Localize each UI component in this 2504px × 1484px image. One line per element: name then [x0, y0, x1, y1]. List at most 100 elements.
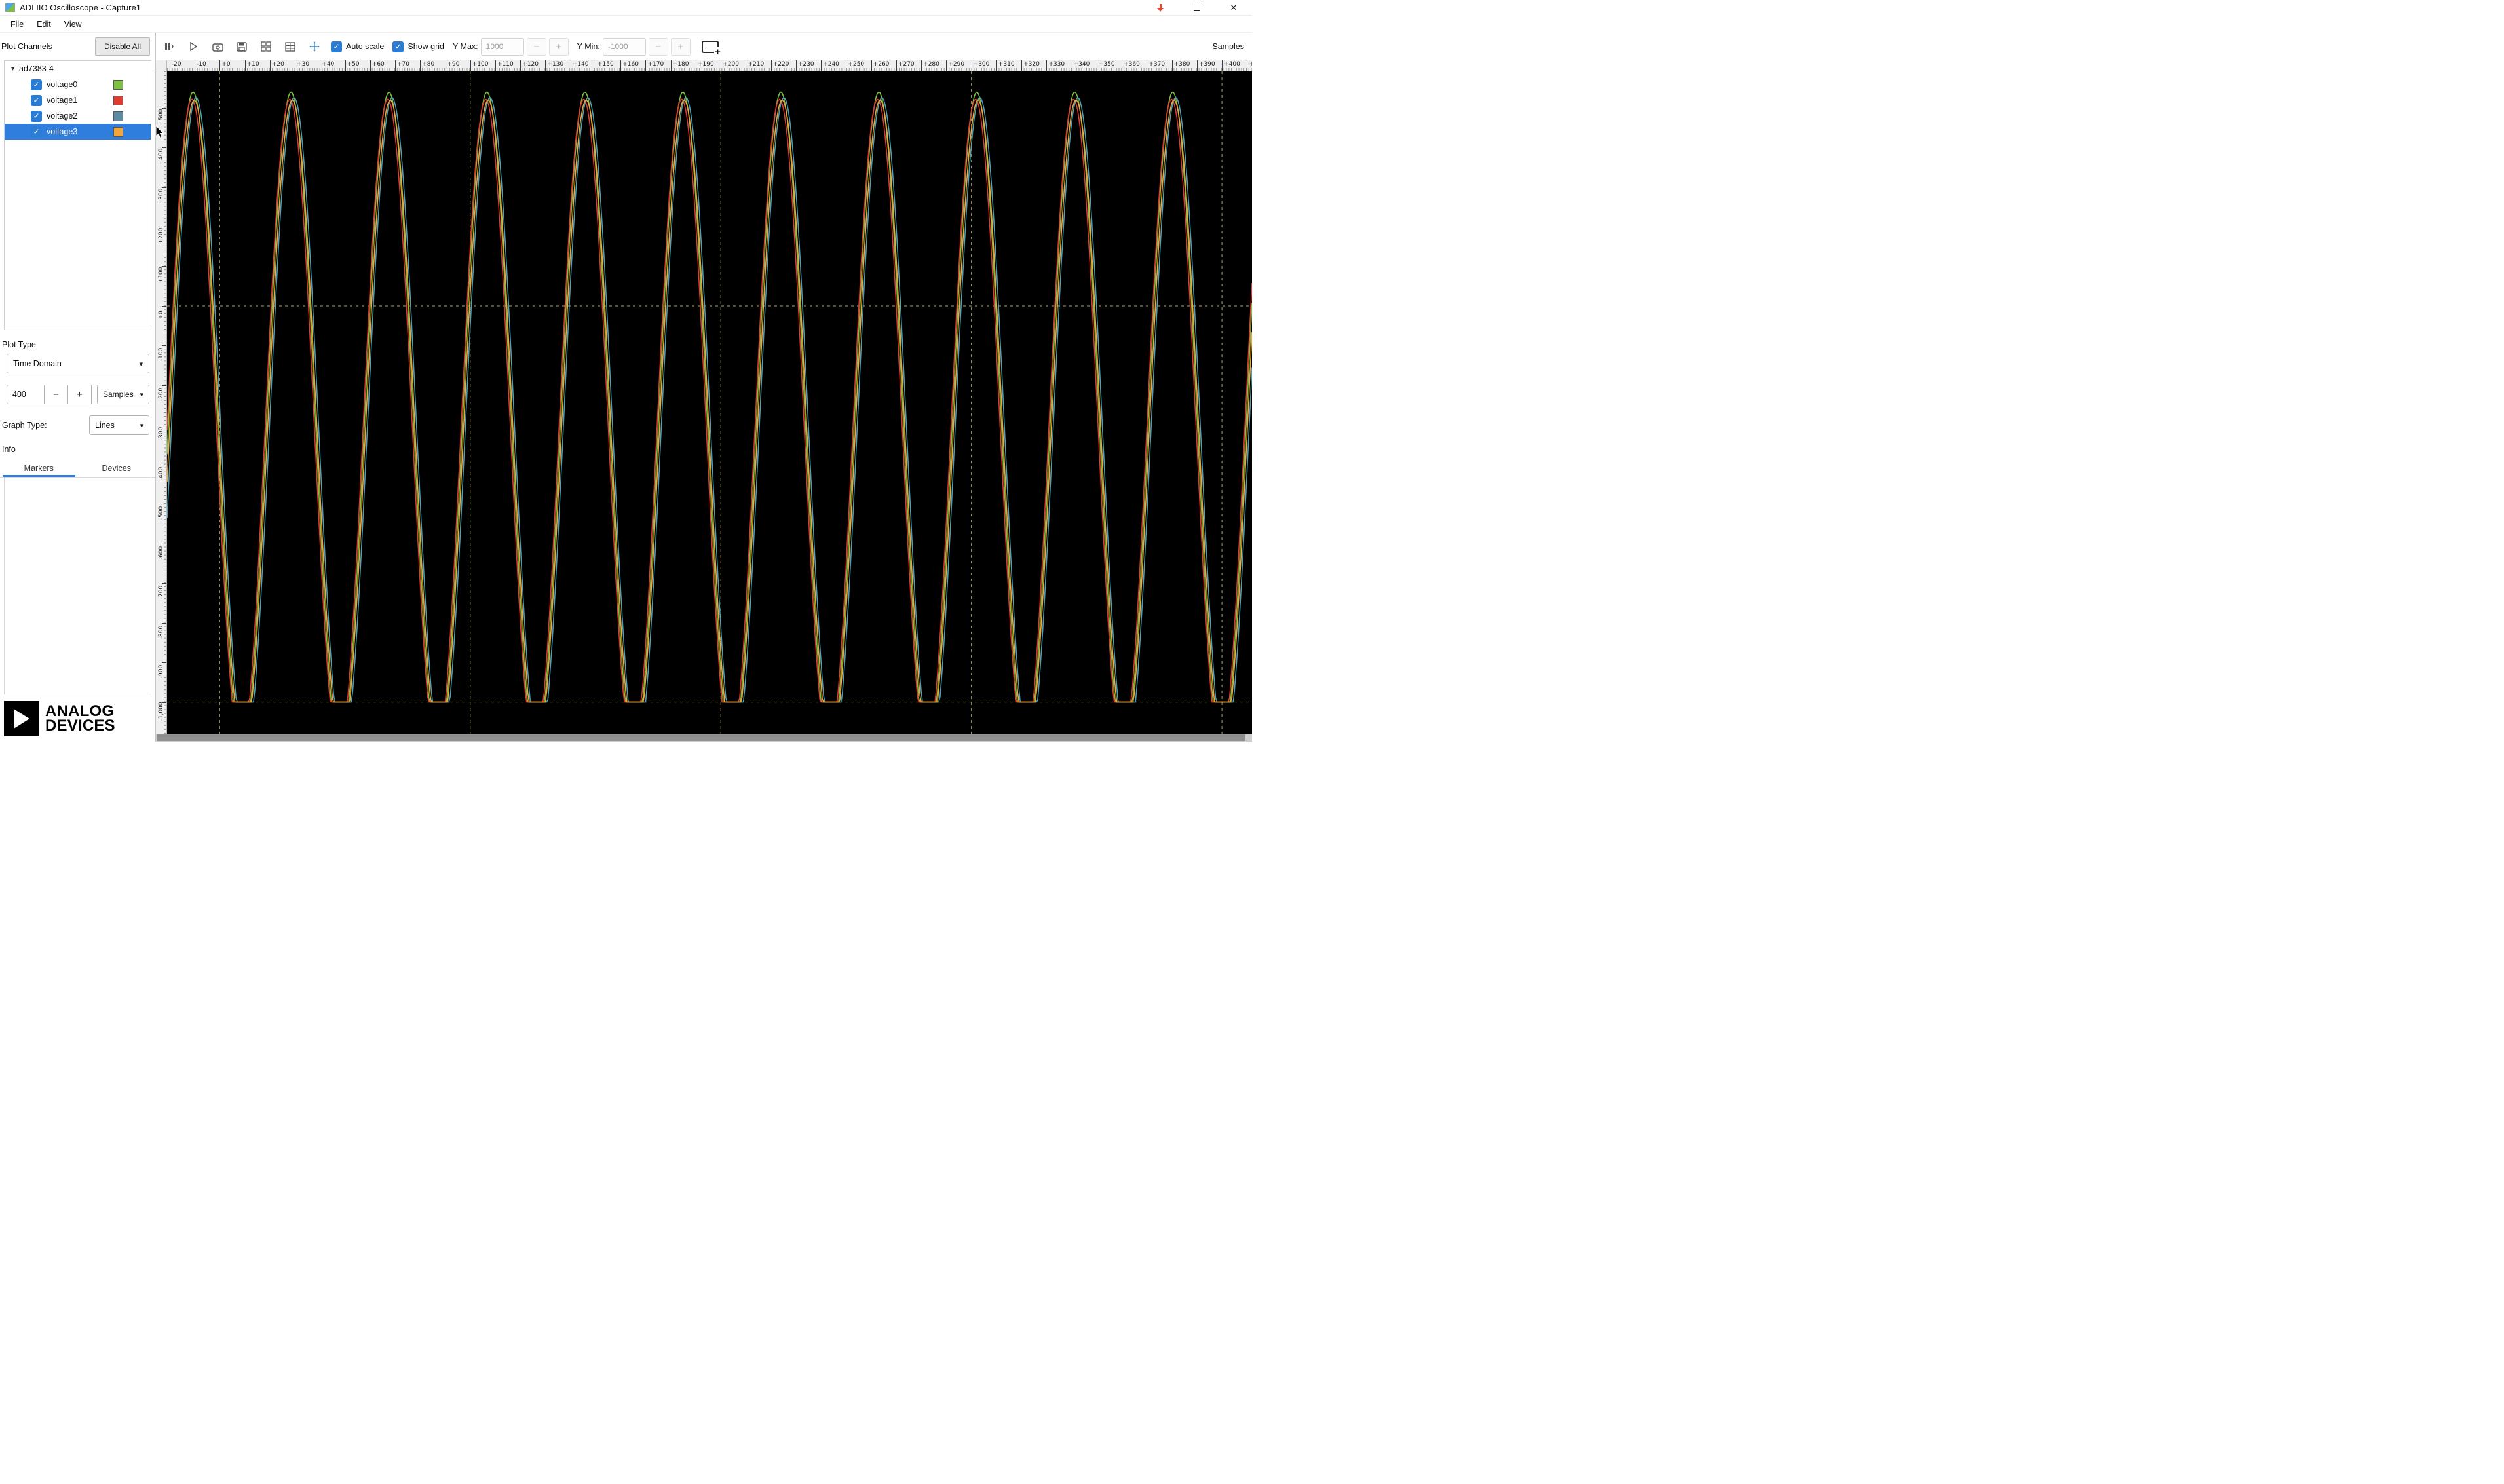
adi-logo-icon: [4, 701, 39, 736]
y-tick-label: +0: [158, 311, 164, 320]
play-button[interactable]: [185, 39, 201, 54]
x-tick-label: +180: [670, 60, 689, 71]
x-tick-label: +300: [971, 60, 989, 71]
minimize-button[interactable]: [1142, 0, 1179, 15]
info-tabs: Markers Devices: [0, 459, 155, 478]
y-min-increment[interactable]: +: [670, 37, 691, 56]
voltage3-color-swatch[interactable]: [113, 126, 123, 137]
voltage2-checkbox[interactable]: ✓: [31, 110, 42, 122]
y-tick-mark: [162, 345, 166, 347]
logo-line2: DEVICES: [45, 717, 115, 734]
y-tick-label: -1,000: [158, 702, 164, 721]
y-max-group: Y Max: − +: [452, 37, 569, 56]
voltage1-color-swatch[interactable]: [113, 95, 123, 105]
restore-button[interactable]: [1179, 0, 1215, 15]
channel-row-voltage1[interactable]: ✓ voltage1: [5, 92, 151, 108]
tab-devices[interactable]: Devices: [78, 459, 156, 477]
sample-count-decrement[interactable]: −: [45, 385, 68, 404]
table-button[interactable]: [282, 39, 298, 54]
sample-count-increment[interactable]: +: [68, 385, 92, 404]
x-tick-label: +400: [1222, 60, 1240, 71]
scrollbar-thumb[interactable]: [157, 734, 1245, 741]
channel-row-voltage2[interactable]: ✓ voltage2: [5, 108, 151, 124]
fit-button[interactable]: [307, 39, 322, 54]
close-button[interactable]: ✕: [1215, 0, 1252, 15]
voltage2-color-swatch[interactable]: [113, 111, 123, 121]
auto-scale-toggle[interactable]: ✓ Auto scale: [331, 41, 384, 52]
x-tick-label: +280: [921, 60, 939, 71]
x-tick-label: +250: [846, 60, 864, 71]
y-max-label: Y Max:: [452, 42, 478, 51]
voltage3-checkbox[interactable]: ✓: [31, 126, 42, 138]
x-ruler-row: -20 -10 +0 +10 +20 +30 +40 +50 +60 +70 +80 +90 +100 +…: [156, 60, 1252, 71]
plot-channels-header: Plot Channels Disable All: [0, 33, 155, 60]
x-ruler: -20 -10 +0 +10 +20 +30 +40 +50 +60 +70 +80 +90 +100 +…: [167, 60, 1252, 71]
pause-button[interactable]: [161, 39, 177, 54]
tab-markers[interactable]: Markers: [0, 459, 78, 477]
y-max-decrement[interactable]: −: [526, 37, 546, 56]
sample-unit-dropdown[interactable]: Samples ▾: [97, 385, 149, 404]
x-tick-label: +230: [795, 60, 814, 71]
disable-all-button[interactable]: Disable All: [94, 37, 150, 56]
x-tick-label: +210: [746, 60, 764, 71]
y-max-input[interactable]: [480, 37, 524, 56]
plot-type-dropdown[interactable]: Time Domain ▾: [7, 354, 149, 373]
y-min-decrement[interactable]: −: [648, 37, 668, 56]
chevron-down-icon: ▾: [140, 390, 143, 399]
menu-view[interactable]: View: [58, 17, 88, 31]
save-button[interactable]: [234, 39, 250, 54]
x-tick-label: +360: [1122, 60, 1140, 71]
x-tick-label: +60: [370, 60, 385, 71]
chevron-down-icon: ▾: [140, 421, 143, 430]
sample-count-input[interactable]: [7, 385, 45, 404]
caption-buttons: ✕: [1142, 0, 1252, 15]
y-tick-label: -900: [158, 664, 164, 679]
x-axis-unit-label: Samples: [1212, 42, 1244, 51]
y-min-input[interactable]: [602, 37, 646, 56]
auto-scale-label: Auto scale: [346, 42, 385, 51]
grid-view-button[interactable]: [258, 39, 274, 54]
expander-icon[interactable]: ▾: [11, 66, 14, 73]
channel-row-voltage0[interactable]: ✓ voltage0: [5, 77, 151, 92]
x-tick-label: +90: [445, 60, 460, 71]
x-tick-label: +20: [269, 60, 284, 71]
y-tick-label: +200: [158, 227, 164, 244]
graph-type-dropdown[interactable]: Lines ▾: [89, 415, 149, 435]
capture-toolbar: ✓ Auto scale ✓ Show grid Y Max: − + Y Mi…: [156, 33, 1252, 60]
x-tick-label: -20: [169, 60, 181, 71]
y-tick-mark: [162, 622, 166, 624]
plot-type-value: Time Domain: [13, 359, 62, 368]
new-plot-window-button[interactable]: [701, 40, 721, 57]
menu-file[interactable]: File: [4, 17, 30, 31]
voltage0-checkbox[interactable]: ✓: [31, 79, 42, 90]
x-tick-label: +110: [495, 60, 514, 71]
title-bar: ADI IIO Oscilloscope - Capture1 ✕: [0, 0, 1252, 16]
menu-edit[interactable]: Edit: [30, 17, 58, 31]
sample-count-row: − + Samples ▾: [7, 385, 149, 404]
y-tick-label: -800: [158, 625, 164, 639]
grid-view-icon: [261, 41, 271, 52]
channel-row-voltage3[interactable]: ✓ voltage3: [5, 124, 151, 140]
x-tick-label: +10: [244, 60, 259, 71]
y-ruler: +500 +400 +300 +200 +100 +0 -100 -200 -300 -400 -5…: [156, 71, 167, 734]
y-max-increment[interactable]: +: [548, 37, 569, 56]
voltage1-checkbox[interactable]: ✓: [31, 94, 42, 106]
device-row[interactable]: ▾ ad7383-4: [5, 61, 151, 77]
x-tick-label: +50: [345, 60, 360, 71]
y-tick-label: -200: [158, 387, 164, 402]
menu-bar: File Edit View: [0, 16, 1252, 33]
voltage0-color-swatch[interactable]: [113, 79, 123, 90]
x-tick-label: +120: [520, 60, 539, 71]
auto-scale-checkbox[interactable]: ✓: [331, 41, 342, 52]
show-grid-toggle[interactable]: ✓ Show grid: [392, 41, 444, 52]
show-grid-checkbox[interactable]: ✓: [392, 41, 404, 52]
x-tick-label: +150: [595, 60, 614, 71]
x-tick-label: +240: [821, 60, 839, 71]
graph-type-value: Lines: [95, 421, 115, 430]
screenshot-button[interactable]: [210, 39, 225, 54]
horizontal-scrollbar[interactable]: [156, 734, 1252, 742]
oscilloscope-plot[interactable]: [167, 71, 1252, 734]
move-fit-icon: [309, 41, 320, 52]
show-grid-label: Show grid: [408, 42, 444, 51]
x-tick-label: +100: [470, 60, 488, 71]
